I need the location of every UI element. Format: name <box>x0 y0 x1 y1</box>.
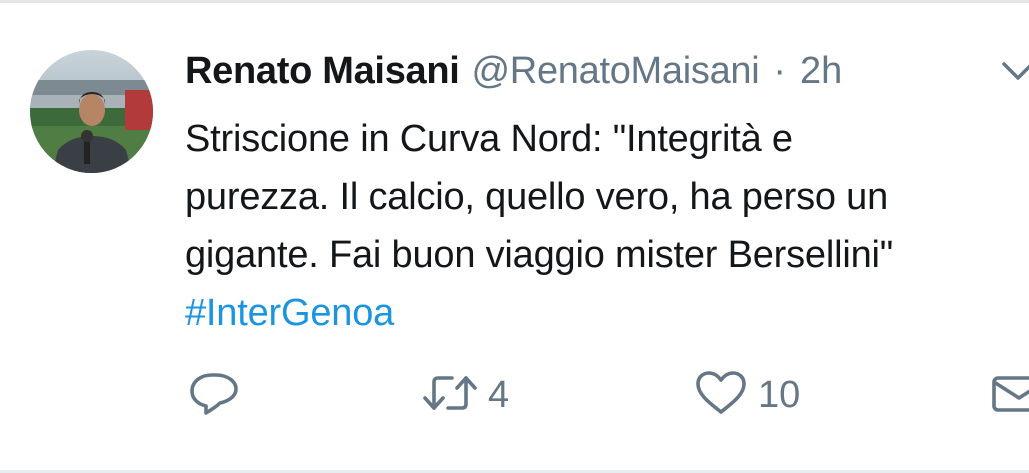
retweet-count: 4 <box>488 373 510 416</box>
separator-dot: · <box>773 50 787 92</box>
retweet-icon <box>420 368 480 423</box>
reply-button[interactable] <box>186 360 242 430</box>
hashtag-link[interactable]: #InterGenoa <box>185 292 394 334</box>
tweet-text-line: purezza. Il calcio, quello vero, ha pers… <box>185 176 889 218</box>
top-divider <box>0 0 1029 3</box>
author-handle[interactable]: @RenatoMaisani <box>472 50 760 93</box>
reply-icon <box>186 368 242 423</box>
avatar[interactable] <box>30 50 153 173</box>
author-name[interactable]: Renato Maisani <box>185 50 460 93</box>
direct-message-button[interactable] <box>990 360 1029 430</box>
tweet-card[interactable]: Renato Maisani @RenatoMaisani · 2h Stris… <box>0 0 1029 473</box>
tweet-header: Renato Maisani @RenatoMaisani · 2h <box>185 50 842 94</box>
tweet-text-line: Striscione in Curva Nord: "Integrità e <box>185 118 793 160</box>
envelope-icon <box>990 368 1029 423</box>
action-bar: 4 10 <box>0 360 1029 430</box>
tweet-text: Striscione in Curva Nord: "Integrità e p… <box>185 110 1029 342</box>
like-button[interactable]: 10 <box>692 360 800 430</box>
retweet-button[interactable]: 4 <box>420 360 509 430</box>
heart-icon <box>692 368 750 423</box>
timestamp[interactable]: 2h <box>800 50 842 93</box>
like-count: 10 <box>758 373 801 416</box>
chevron-down-icon[interactable] <box>1000 58 1029 88</box>
tweet-text-line: gigante. Fai buon viaggio mister Bersell… <box>185 234 894 276</box>
